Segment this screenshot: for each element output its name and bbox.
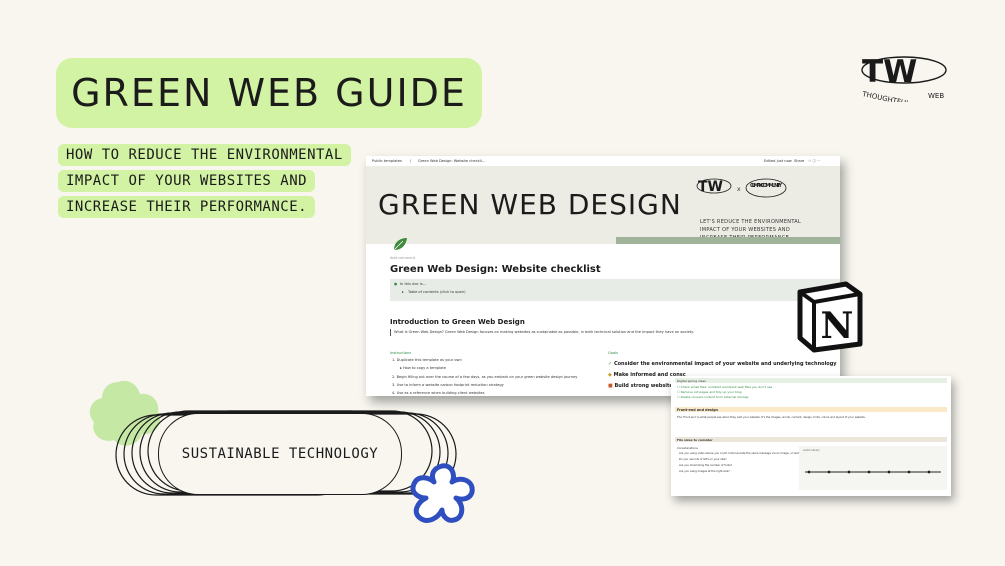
title-banner: GREEN WEB GUIDE — [56, 58, 482, 128]
svg-text:CLIMAX COMMUNITY: CLIMAX COMMUNITY — [750, 183, 782, 189]
section-heading: Introduction to Green Web Design — [390, 318, 525, 326]
file-sizes-heading: File sizes to consider — [677, 438, 713, 442]
todo-item[interactable]: ☐ Remove old pages and tidy up your blog — [677, 390, 742, 394]
cover-title: GREEN WEB DESIGN — [378, 188, 682, 221]
notion-page-screenshot: Public templates / Green Web Design: Web… — [366, 156, 840, 396]
leaf-icon — [393, 238, 407, 251]
considerations-label: Considerations — [677, 446, 698, 450]
toolbar-icons: ☆ ⓘ ⋯ — [808, 159, 821, 163]
page-title: GREEN WEB GUIDE — [71, 71, 467, 115]
badge-label: SUSTAINABLE TECHNOLOGY — [181, 446, 379, 462]
notion-detail-screenshot: Digital spring clean ☐ Check email files… — [671, 376, 951, 496]
instruction-item: 2. Begin filling out over the course of … — [392, 375, 578, 379]
instructions-heading: Instructions — [390, 351, 412, 355]
intro-text: What is Green Web Design? Green Web Desi… — [394, 330, 694, 334]
todo-item[interactable]: ☐ Delete unused content from external st… — [677, 395, 749, 399]
edited-status: Edited just now — [764, 159, 792, 163]
goals-heading: Goals — [608, 351, 619, 355]
notion-logo: N — [790, 278, 868, 356]
logo-wordmark-right: WEB — [928, 92, 944, 100]
todo-item[interactable]: ☐ Check email files: unlinked and blank … — [677, 385, 772, 389]
todo-heading: Digital spring clean — [677, 379, 707, 383]
subtitle-line-1: HOW TO REDUCE THE ENVIRONMENTAL — [58, 144, 351, 166]
consideration-item: Do you use lots of GIFs on your site? — [679, 458, 727, 461]
front-end-text: The 'Front-end' is what people see when … — [677, 416, 866, 419]
timeline-card: Audit Library — [799, 446, 947, 490]
blue-flower-decoration — [408, 462, 478, 526]
instruction-subitem[interactable]: ▸ How to copy a template — [400, 366, 446, 370]
timeline-graphic — [805, 470, 941, 474]
partner-logos: TW x CLIMAX COMMUNITY — [696, 178, 787, 198]
subtitle-line-3: INCREASE THEIR PERFORMANCE. — [58, 196, 316, 218]
callout-title: In this doc is... — [400, 282, 427, 286]
sustainable-technology-badge: SUSTAINABLE TECHNOLOGY — [158, 413, 402, 495]
subtitle-line-2: IMPACT OF YOUR WEBSITES AND — [58, 170, 316, 192]
front-end-heading: Front-end and design — [677, 408, 718, 412]
breadcrumb-item: Public templates — [372, 159, 402, 163]
instruction-item: 3. Use to inform a website carbon footpr… — [392, 383, 504, 387]
breadcrumb-item: Green Web Design: Website checkli... — [418, 159, 486, 163]
consideration-item: Are you minimizing the number of fonts? — [679, 464, 733, 467]
logo-wordmark-left: THOUGHTFUL — [861, 90, 911, 102]
notion-logo-letter: N — [821, 305, 854, 347]
consideration-item: Are you using video where you could comm… — [679, 452, 801, 455]
instruction-item: 4. Use as a reference when building clie… — [392, 391, 485, 395]
callout-block: ● In this doc is... ▸ Table of contents … — [390, 279, 840, 301]
cover-image-strip — [616, 237, 840, 244]
instruction-item: 1. Duplicate this template as your own — [392, 358, 462, 362]
logo-initials: TW — [862, 54, 917, 90]
callout-toggle[interactable]: Table of contents (click to open) — [408, 290, 466, 294]
page-cover: GREEN WEB DESIGN TW x CLIMAX COMMUNITY L… — [366, 166, 840, 244]
notion-page-title: Green Web Design: Website checklist — [390, 264, 601, 275]
share-label: Share — [794, 159, 805, 163]
add-comment-button[interactable]: Add comment — [390, 256, 415, 260]
timeline-label: Audit Library — [803, 449, 820, 452]
thoughtful-web-logo: TW THOUGHTFUL WEB — [860, 52, 950, 108]
consideration-item: Are you using images at the right size? — [679, 470, 730, 473]
callout-icon: ● — [394, 282, 398, 286]
goal-item: ✓ Consider the environmental impact of y… — [608, 361, 837, 367]
svg-text:x: x — [737, 186, 741, 193]
toggle-icon[interactable]: ▸ — [402, 290, 404, 294]
breadcrumb-separator: / — [410, 159, 412, 163]
